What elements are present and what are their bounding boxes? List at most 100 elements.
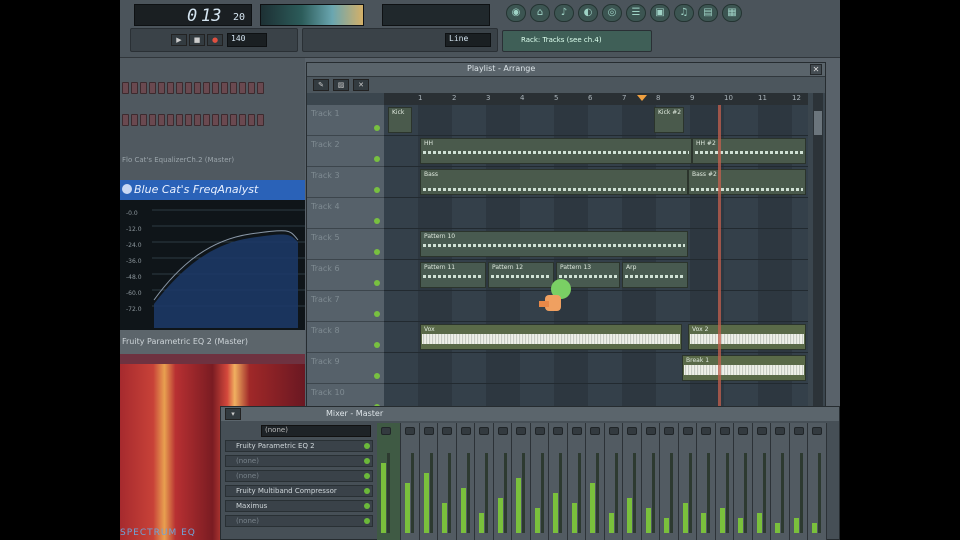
master-strip[interactable] xyxy=(377,423,401,540)
track-header[interactable]: Track 2 xyxy=(307,136,384,167)
audio-clip[interactable]: Break 1 xyxy=(682,355,806,381)
step-cell[interactable] xyxy=(140,82,147,94)
freqanalyst-title[interactable]: Blue Cat's FreqAnalyst xyxy=(120,180,305,200)
step-cell[interactable] xyxy=(239,82,246,94)
pan-knob[interactable] xyxy=(571,427,582,435)
fader-track[interactable] xyxy=(818,453,821,533)
step-cell[interactable] xyxy=(167,82,174,94)
draw-tool-icon[interactable]: ✎ xyxy=(313,79,329,91)
pan-knob[interactable] xyxy=(775,427,785,435)
mute-led-icon[interactable] xyxy=(374,311,380,317)
fader-track[interactable] xyxy=(707,453,710,533)
mixer-titlebar[interactable]: ▾ Mixer - Master xyxy=(221,407,839,421)
fx-slot[interactable]: Fruity Parametric EQ 2 xyxy=(225,440,373,452)
fader-track[interactable] xyxy=(651,453,655,533)
fader-track[interactable] xyxy=(744,453,747,533)
pattern-clip[interactable]: HH xyxy=(420,138,692,164)
eq-footer[interactable]: Fruity Parametric EQ 2 (Master) xyxy=(120,330,305,354)
pan-knob[interactable] xyxy=(442,427,452,435)
track-header[interactable]: Track 6 xyxy=(307,260,384,291)
mixer-strip[interactable] xyxy=(419,423,438,540)
mixer-strip[interactable] xyxy=(475,423,494,540)
stop-button[interactable]: ■ xyxy=(189,34,205,46)
pattern-clip[interactable]: Pattern 11 xyxy=(420,262,486,288)
fx-slot[interactable]: Fruity Multiband Compressor xyxy=(225,485,373,497)
input-selector[interactable]: (none) xyxy=(261,425,371,437)
step-cell[interactable] xyxy=(257,82,264,94)
fx-enabled-icon[interactable] xyxy=(364,443,370,449)
pan-knob[interactable] xyxy=(608,427,619,435)
fx-slot[interactable]: (none) xyxy=(225,470,373,482)
browser-icon[interactable]: ☰ xyxy=(626,4,646,22)
fader-track[interactable] xyxy=(781,453,784,533)
paint-tool-icon[interactable]: ▨ xyxy=(333,79,349,91)
step-cell[interactable] xyxy=(248,114,255,126)
pattern-clip[interactable]: HH #2 xyxy=(692,138,806,164)
snap-icon[interactable]: ⌂ xyxy=(530,4,550,22)
pan-knob[interactable] xyxy=(701,427,711,435)
mute-led-icon[interactable] xyxy=(374,187,380,193)
delete-tool-icon[interactable]: ✕ xyxy=(353,79,369,91)
step-cell[interactable] xyxy=(176,82,183,94)
tempo-selector[interactable]: Line xyxy=(445,33,491,47)
mixer-strip[interactable] xyxy=(752,423,771,540)
mixer-strip[interactable] xyxy=(604,423,623,540)
pan-knob[interactable] xyxy=(719,427,730,435)
pan-knob[interactable] xyxy=(738,427,748,435)
play-button[interactable]: ▶ xyxy=(171,34,187,46)
metronome-icon[interactable]: ♪ xyxy=(554,4,574,22)
step-cell[interactable] xyxy=(131,114,138,126)
step-cell[interactable] xyxy=(194,82,201,94)
mute-led-icon[interactable] xyxy=(374,342,380,348)
step-cell[interactable] xyxy=(167,114,174,126)
pan-knob[interactable] xyxy=(645,427,656,435)
fader-track[interactable] xyxy=(725,453,729,533)
pan-knob[interactable] xyxy=(793,427,804,435)
fx-slot[interactable]: (none) xyxy=(225,515,373,527)
fader-track[interactable] xyxy=(429,453,433,533)
track-header[interactable]: Track 8 xyxy=(307,322,384,353)
step-cell[interactable] xyxy=(158,82,165,94)
mute-led-icon[interactable] xyxy=(374,280,380,286)
pan-knob[interactable] xyxy=(460,427,471,435)
mixer-strip[interactable] xyxy=(549,423,568,540)
pan-knob[interactable] xyxy=(812,427,822,435)
pan-knob[interactable] xyxy=(627,427,637,435)
fader-track[interactable] xyxy=(485,453,488,533)
channel-rack-icon[interactable]: ▣ xyxy=(650,4,670,22)
mixer-strip[interactable] xyxy=(438,423,457,540)
mixer-strip[interactable] xyxy=(715,423,734,540)
track-header[interactable]: Track 3 xyxy=(307,167,384,198)
mute-led-icon[interactable] xyxy=(374,373,380,379)
fader-track[interactable] xyxy=(466,453,470,533)
timeline-ruler[interactable]: 1 2 3 4 5 6 7 8 9 10 11 12 xyxy=(384,93,808,105)
fader-track[interactable] xyxy=(596,453,599,533)
track-header[interactable]: Track 9 xyxy=(307,353,384,384)
pan-knob[interactable] xyxy=(405,427,415,435)
step-cell[interactable] xyxy=(257,114,264,126)
fader-track[interactable] xyxy=(411,453,414,533)
pattern-clip[interactable]: Bass #2 xyxy=(688,169,806,195)
step-cell[interactable] xyxy=(122,114,129,126)
fx-enabled-icon[interactable] xyxy=(364,488,370,494)
step-cell[interactable] xyxy=(203,82,210,94)
pan-knob[interactable] xyxy=(664,427,674,435)
tempo-display[interactable]: 140 xyxy=(227,33,267,47)
step-cell[interactable] xyxy=(185,114,192,126)
mixer-strip[interactable] xyxy=(586,423,605,540)
step-cell[interactable] xyxy=(176,114,183,126)
mixer-strip[interactable] xyxy=(512,423,531,540)
mute-led-icon[interactable] xyxy=(374,249,380,255)
step-cell[interactable] xyxy=(149,114,156,126)
fader-track[interactable] xyxy=(577,453,581,533)
playlist-icon[interactable]: ▦ xyxy=(722,4,742,22)
wait-icon[interactable]: ◐ xyxy=(578,4,598,22)
step-cell[interactable] xyxy=(248,82,255,94)
step-cell[interactable] xyxy=(221,82,228,94)
pan-knob[interactable] xyxy=(423,427,434,435)
step-cell[interactable] xyxy=(212,82,219,94)
close-icon[interactable]: ✕ xyxy=(810,64,822,75)
mixer-strip[interactable] xyxy=(401,423,420,540)
fx-slot[interactable]: Maximus xyxy=(225,500,373,512)
step-cell[interactable] xyxy=(230,82,237,94)
